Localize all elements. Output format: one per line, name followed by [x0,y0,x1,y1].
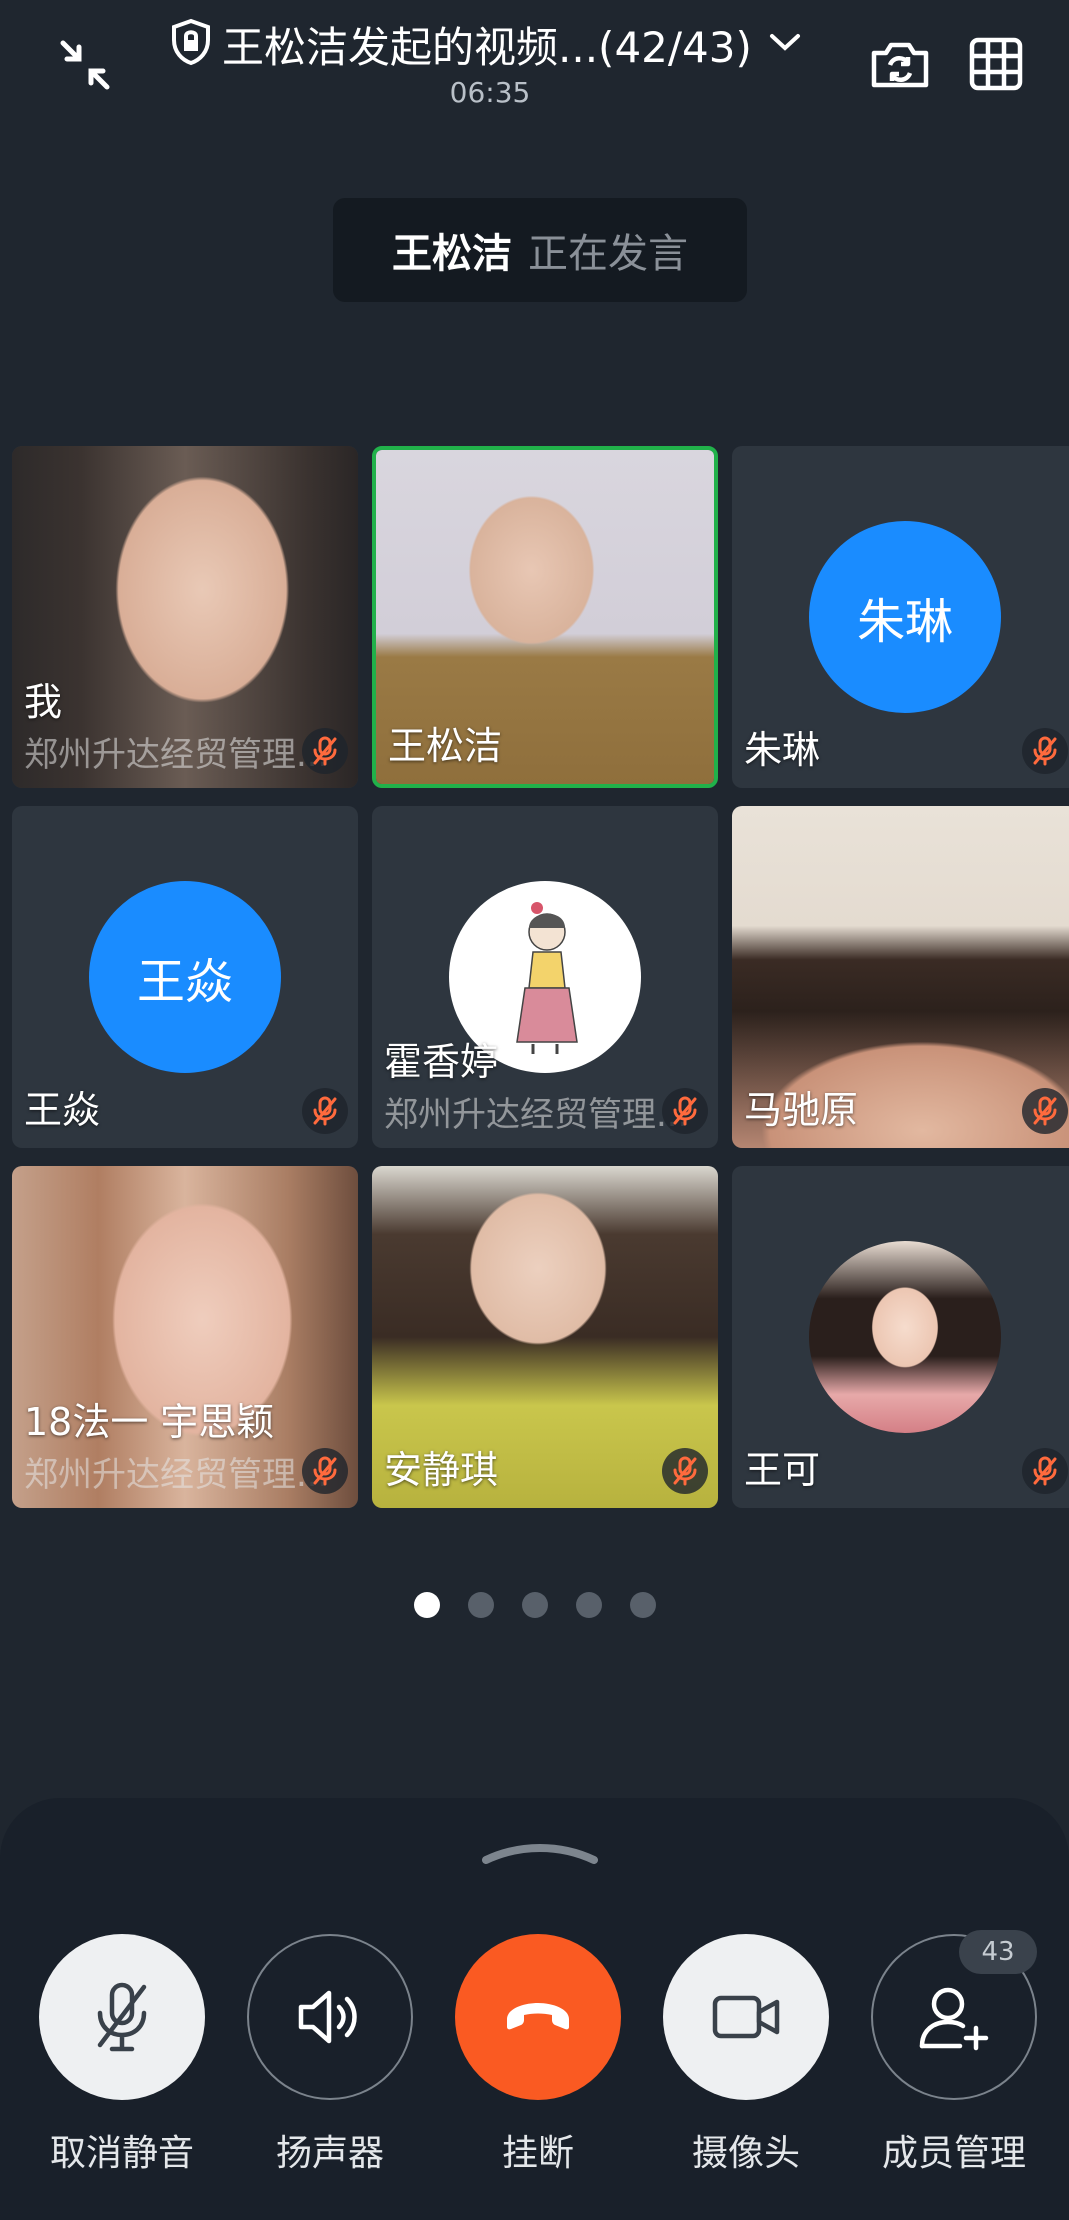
mic-muted-icon [302,1448,348,1494]
participant-grid: 我 郑州升达经贸管理... 王松洁 朱琳 朱琳 王焱 王焱 霍香婷 郑州升达经贸… [0,0,1069,1560]
participant-name: 霍香婷 [384,1040,499,1084]
mic-off-icon [39,1934,205,2100]
participant-org: 郑州升达经贸管理... [384,1095,689,1135]
page-indicator[interactable] [0,1592,1069,1618]
participant-name: 我 [24,680,63,724]
speaker-icon [247,1934,413,2100]
member-count-badge: 43 [959,1930,1037,1974]
camera-button[interactable]: 摄像头 [662,1934,830,2176]
page-dot[interactable] [575,1592,602,1618]
member-management-button[interactable]: 43 成员管理 [870,1930,1038,2176]
participant-tile[interactable]: 霍香婷 郑州升达经贸管理... [372,806,718,1148]
hangup-label: 挂断 [501,2133,574,2174]
avatar [809,1241,1001,1433]
camera-label: 摄像头 [691,2133,800,2174]
participant-tile[interactable]: 马驰原 [732,806,1069,1148]
participant-name: 马驰原 [744,1088,859,1132]
mic-muted-icon [662,1448,708,1494]
mic-muted-icon [1022,728,1068,774]
participant-tile[interactable]: 王焱 王焱 [12,806,358,1148]
mic-muted-icon [302,728,348,774]
speaker-button[interactable]: 扬声器 [246,1934,414,2176]
participant-name: 18法一 宇思颖 [24,1400,275,1444]
mic-muted-icon [302,1088,348,1134]
participant-tile[interactable]: 王可 [732,1166,1069,1508]
participant-org: 郑州升达经贸管理... [24,1455,329,1495]
participant-name: 王焱 [24,1088,101,1132]
hangup-phone-icon [455,1934,621,2100]
participant-name: 朱琳 [744,728,821,772]
participant-tile-active-speaker[interactable]: 王松洁 [372,446,718,788]
page-dot-active[interactable] [413,1592,440,1618]
avatar: 王焱 [89,881,281,1073]
page-dot[interactable] [629,1592,656,1618]
participant-tile[interactable]: 我 郑州升达经贸管理... [12,446,358,788]
unmute-button[interactable]: 取消静音 [38,1934,206,2176]
participant-name: 王松洁 [388,724,503,768]
participant-name: 安静琪 [384,1448,499,1492]
mic-muted-icon [1022,1448,1068,1494]
video-camera-icon [663,1934,829,2100]
participant-name: 王可 [744,1448,821,1492]
add-member-icon: 43 [871,1930,1037,2100]
participant-tile[interactable]: 18法一 宇思颖 郑州升达经贸管理... [12,1166,358,1508]
expand-handle-icon[interactable] [480,1838,600,1872]
hangup-button[interactable]: 挂断 [454,1934,622,2176]
participant-org: 郑州升达经贸管理... [24,735,329,775]
mic-muted-icon [662,1088,708,1134]
participant-tile[interactable]: 朱琳 朱琳 [732,446,1069,788]
page-dot[interactable] [521,1592,548,1618]
unmute-label: 取消静音 [49,2133,194,2174]
participant-tile[interactable]: 安静琪 [372,1166,718,1508]
member-management-label: 成员管理 [881,2133,1026,2174]
mic-muted-icon [1022,1088,1068,1134]
speaker-label: 扬声器 [275,2133,384,2174]
page-dot[interactable] [467,1592,494,1618]
avatar: 朱琳 [809,521,1001,713]
